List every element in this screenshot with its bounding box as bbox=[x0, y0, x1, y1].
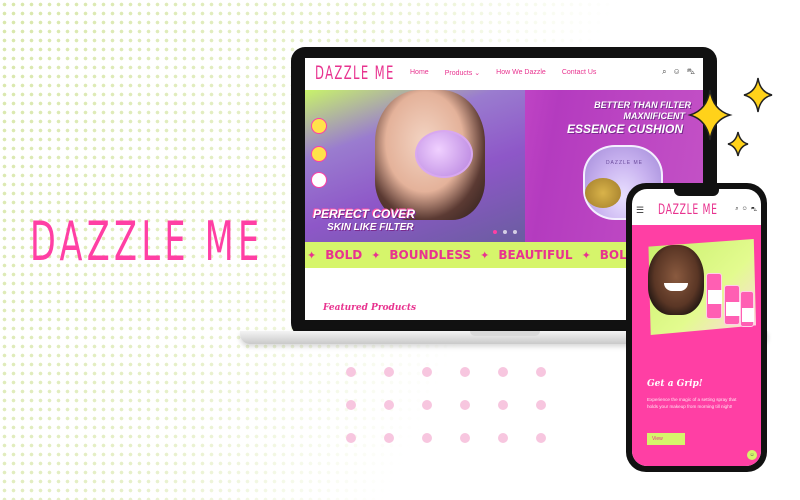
menu-icon[interactable]: ☰ bbox=[636, 205, 644, 216]
hero-headline-3: ESSENCE CUSHION bbox=[566, 122, 683, 136]
nav-contact-us[interactable]: Contact Us bbox=[562, 69, 597, 77]
site-logo[interactable]: DAZZLE ME bbox=[315, 62, 395, 84]
model-photo bbox=[648, 245, 704, 315]
badge-icon bbox=[311, 172, 327, 188]
nav-products-label: Products bbox=[444, 70, 473, 77]
carousel-dot[interactable] bbox=[513, 230, 517, 234]
sparkle-icon bbox=[687, 77, 773, 157]
brand-wordmark: DAZZLE ME bbox=[30, 210, 264, 273]
site-header: DAZZLE ME Home Products ⌄ How We Dazzle … bbox=[305, 58, 703, 88]
mobile-hero: Get a Grip! Experience the magic of a se… bbox=[632, 225, 761, 466]
marquee-word: BOLD bbox=[325, 248, 363, 262]
mobile-website: ☰ DAZZLE ME ⌕ ☺ ⛍ Get a Grip! Experience… bbox=[632, 189, 761, 466]
mobile-header-icons: ⌕ ☺ ⛍ bbox=[735, 206, 757, 214]
search-icon[interactable]: ⌕ bbox=[735, 206, 738, 214]
laptop-notch bbox=[470, 331, 540, 336]
carousel-dots bbox=[493, 230, 517, 234]
marquee-word: BOUNDLESS bbox=[389, 248, 472, 262]
puff-image bbox=[585, 178, 621, 208]
nav-how-we-dazzle[interactable]: How We Dazzle bbox=[496, 69, 546, 77]
hero-headline-1: BETTER THAN FILTER bbox=[594, 100, 691, 110]
star-icon: ✦ bbox=[581, 249, 591, 262]
hero-slogan-2: SKIN LIKE FILTER bbox=[327, 222, 414, 233]
chevron-down-icon: ⌄ bbox=[474, 70, 481, 77]
spray-bottle-image bbox=[724, 285, 740, 325]
marquee-word: BEAUTIFUL bbox=[498, 248, 573, 262]
search-icon[interactable]: ⌕ bbox=[662, 67, 666, 77]
star-icon: ✦ bbox=[480, 249, 490, 262]
badge-icon bbox=[311, 118, 327, 134]
chat-bubble-icon[interactable]: ☺ bbox=[747, 450, 757, 460]
badge-icon bbox=[311, 146, 327, 162]
account-icon[interactable]: ☺ bbox=[742, 206, 748, 214]
hero-headline-2: MAXNIFICENT bbox=[623, 111, 686, 121]
star-icon: ✦ bbox=[371, 249, 381, 262]
star-icon: ✦ bbox=[307, 249, 317, 262]
carousel-dot[interactable] bbox=[503, 230, 507, 234]
mobile-hero-text: Experience the magic of a setting spray … bbox=[647, 397, 737, 409]
phone-notch bbox=[674, 189, 719, 196]
hero-slogan-1: PERFECT COVER bbox=[313, 207, 416, 221]
nav-home[interactable]: Home bbox=[410, 69, 429, 77]
featured-products-heading: Featured Products bbox=[323, 303, 417, 313]
cart-icon[interactable]: ⛍ bbox=[751, 206, 757, 214]
main-nav: Home Products ⌄ How We Dazzle Contact Us bbox=[410, 69, 596, 77]
mobile-header: ☰ DAZZLE ME ⌕ ☺ ⛍ bbox=[632, 197, 761, 223]
carousel-dot[interactable] bbox=[493, 230, 497, 234]
mobile-hero-title: Get a Grip! bbox=[647, 379, 703, 389]
cushion-compact-image bbox=[415, 130, 473, 178]
spray-bottle-image bbox=[706, 273, 722, 319]
view-button[interactable]: View bbox=[647, 433, 685, 445]
product-label: DAZZLE ME bbox=[605, 160, 643, 166]
nav-products[interactable]: Products ⌄ bbox=[445, 69, 480, 77]
decorative-dot-grid bbox=[346, 367, 556, 447]
mobile-logo[interactable]: DAZZLE ME bbox=[658, 202, 718, 218]
spray-bottle-image bbox=[740, 291, 754, 327]
